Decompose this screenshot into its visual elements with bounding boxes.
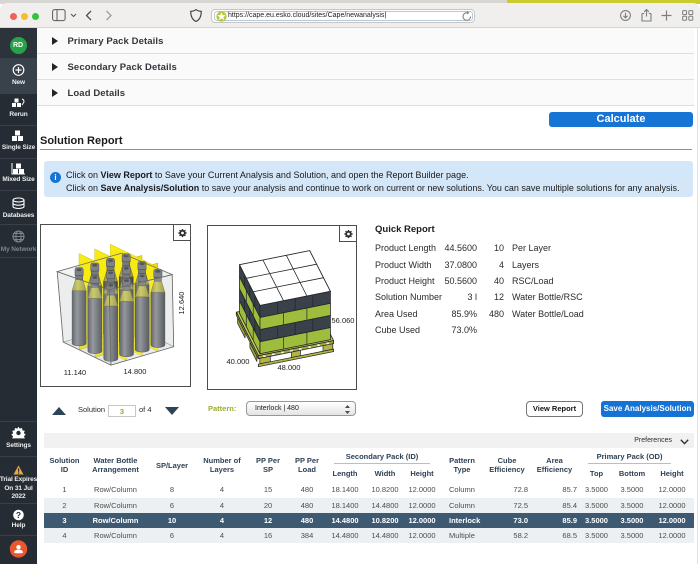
- svg-text:48.000: 48.000: [278, 363, 301, 372]
- svg-text:56.060: 56.060: [332, 316, 355, 325]
- svg-text:40.000: 40.000: [227, 357, 250, 366]
- svg-text:14.800: 14.800: [124, 367, 147, 376]
- svg-text:11.140: 11.140: [64, 368, 86, 377]
- svg-text:12.640: 12.640: [177, 292, 186, 315]
- svg-text:?: ?: [16, 510, 21, 520]
